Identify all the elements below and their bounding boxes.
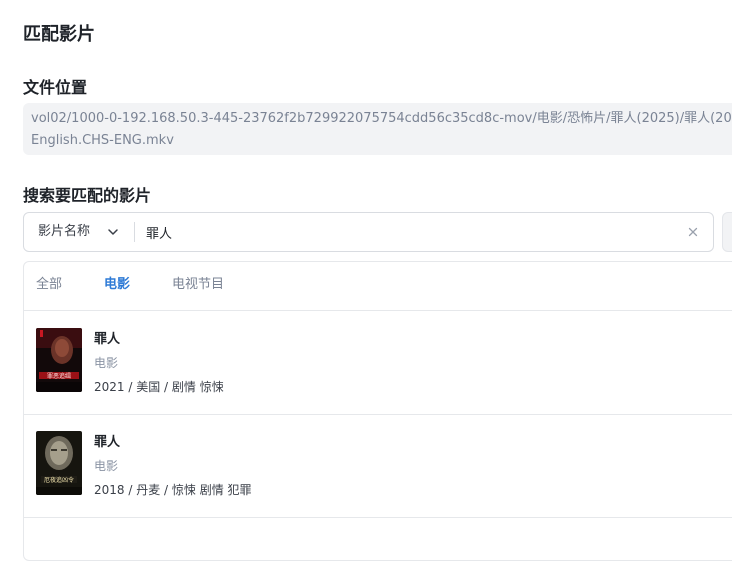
search-bar: 影片名称 [23,212,714,252]
poster-text: 厄夜追凶令 [44,476,74,484]
result-title: 罪人 [94,435,121,450]
result-type: 电影 [94,459,119,473]
result-item[interactable]: 罪恶追缉 罪人 电影 2021 / 美国 / 剧情 惊悚 [24,311,732,415]
result-title: 罪人 [94,332,121,347]
dialog-title: 匹配影片 [23,24,95,45]
search-button[interactable] [722,212,732,252]
search-heading: 搜索要匹配的影片 [23,186,152,205]
result-item[interactable]: 厄夜追凶令 罪人 电影 2018 / 丹麦 / 惊悚 剧情 犯罪 [24,414,732,518]
search-type-select[interactable]: 影片名称 [38,213,90,251]
close-icon[interactable] [687,226,699,238]
tab-tv[interactable]: 电视节目 [172,262,224,307]
result-type: 电影 [94,356,119,370]
tab-movie[interactable]: 电影 [104,262,130,307]
file-location-heading: 文件位置 [23,78,88,97]
results-panel: 全部 电影 电视节目 罪恶追缉 罪人 电影 2021 / 美国 / 剧情 惊悚 … [23,261,732,561]
search-input[interactable] [146,213,666,251]
tab-bar: 全部 电影 电视节目 [24,262,732,311]
chevron-down-icon[interactable] [107,226,119,238]
file-path: vol02/1000-0-192.168.50.3-445-23762f2b72… [23,103,732,155]
poster-text: 罪恶追缉 [47,372,71,380]
search-divider [134,222,135,242]
poster-image: 罪恶追缉 [36,328,82,392]
result-meta: 2021 / 美国 / 剧情 惊悚 [94,380,224,394]
poster-image: 厄夜追凶令 [36,431,82,495]
tab-all[interactable]: 全部 [36,262,62,307]
result-meta: 2018 / 丹麦 / 惊悚 剧情 犯罪 [94,483,252,497]
